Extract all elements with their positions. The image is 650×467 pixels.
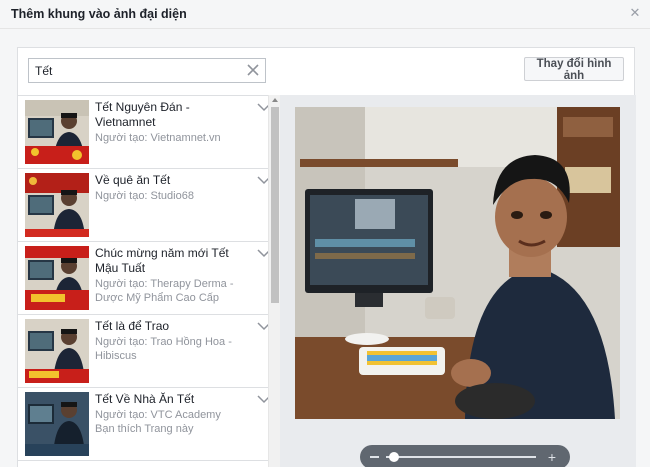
frame-item[interactable]: Tết là để Trao Người tạo: Trao Hồng Hoa … xyxy=(18,315,280,388)
frame-thumbnail xyxy=(25,319,89,383)
frame-title: Tết Nguyên Đán - Vietnamnet xyxy=(95,100,190,129)
zoom-track[interactable] xyxy=(386,456,536,458)
frame-item[interactable]: Tết Về Nhà Ăn Tết Người tạo: VTC Academy… xyxy=(18,388,280,461)
search-input[interactable] xyxy=(29,59,239,82)
frame-item[interactable]: Chúc mừng năm mới Tết Mậu Tuất Người tạo… xyxy=(18,242,280,315)
dialog-title: Thêm khung vào ảnh đại diện xyxy=(11,7,187,21)
frame-thumbnail xyxy=(25,392,89,456)
zoom-slider[interactable]: + xyxy=(360,445,570,467)
search-box[interactable] xyxy=(28,58,266,83)
preview-area: + xyxy=(280,95,636,467)
frame-item[interactable]: Tết Nguyên Đán - Vietnamnet Người tạo: V… xyxy=(18,96,280,169)
change-photo-button[interactable]: Thay đổi hình ảnh xyxy=(524,57,624,82)
frame-title: Tết Về Nhà Ăn Tết xyxy=(95,392,195,406)
dialog-header: Thêm khung vào ảnh đại diện ✕ xyxy=(0,0,650,29)
frame-title: Về quê ăn Tết xyxy=(95,173,171,187)
frame-list: Tết Nguyên Đán - Vietnamnet Người tạo: V… xyxy=(18,95,280,467)
profile-photo-preview[interactable] xyxy=(295,107,620,419)
frame-thumbnail xyxy=(25,100,89,164)
page-like-note: Bạn thích Trang này xyxy=(95,423,194,435)
frame-title: Tết là để Trao xyxy=(95,319,170,333)
frame-creator: Người tạo: Vietnamnet.vn xyxy=(95,132,221,144)
frame-title: Chúc mừng năm mới Tết Mậu Tuất xyxy=(95,246,229,275)
frame-thumbnail xyxy=(25,246,89,310)
frame-creator: Người tạo: Studio68 xyxy=(95,190,194,202)
frame-creator: Người tạo: Trao Hồng Hoa - Hibiscus xyxy=(95,336,232,362)
frame-creator: Người tạo: VTC Academy xyxy=(95,409,221,421)
frame-panel: Thay đổi hình ảnh Tết Nguyên Đán - Vietn… xyxy=(17,47,636,467)
close-icon[interactable]: ✕ xyxy=(628,6,642,20)
scroll-up-arrow-icon[interactable] xyxy=(272,98,278,102)
scrollbar-thumb[interactable] xyxy=(271,107,279,303)
frame-list-scrollbar[interactable] xyxy=(268,95,280,467)
frame-thumbnail xyxy=(25,173,89,237)
minus-icon[interactable] xyxy=(370,456,379,458)
zoom-knob[interactable] xyxy=(388,452,399,462)
plus-icon[interactable]: + xyxy=(545,450,559,464)
clear-search-icon[interactable] xyxy=(246,63,260,77)
frame-creator: Người tạo: Therapy Derma - Dược Mỹ Phẩm … xyxy=(95,278,234,304)
frame-item[interactable]: Về quê ăn Tết Người tạo: Studio68 xyxy=(18,169,280,242)
